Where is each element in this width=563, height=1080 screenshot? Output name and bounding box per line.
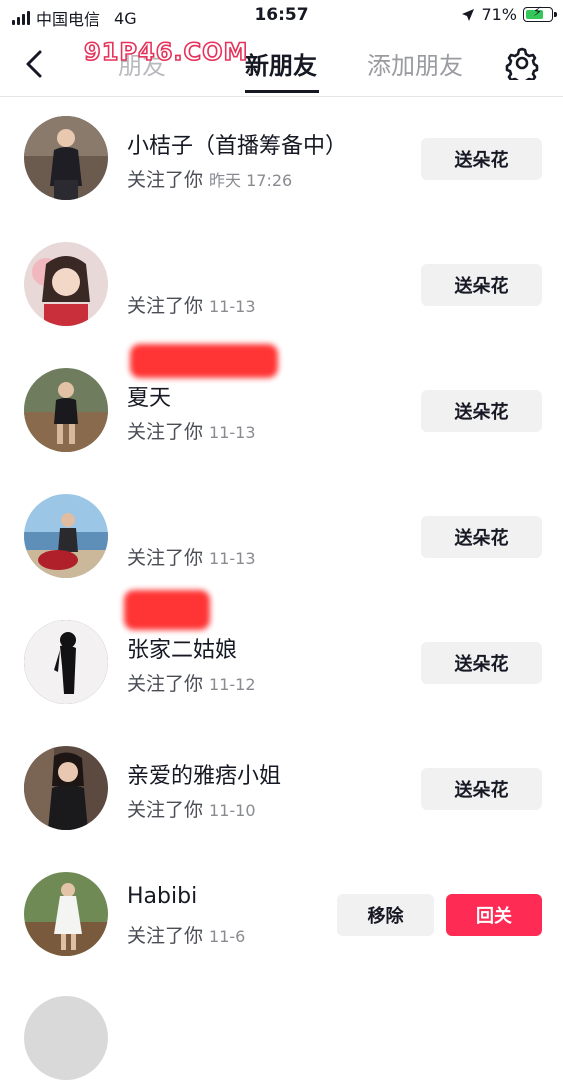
avatar[interactable] <box>24 116 108 200</box>
follow-date: 11-13 <box>209 549 256 568</box>
follower-name[interactable]: Habibi <box>127 884 197 909</box>
follower-name[interactable]: 张家二姑娘 <box>127 632 237 664</box>
follow-action-text: 关注了你 <box>127 169 204 191</box>
follower-name[interactable]: 亲爱的雅痞小姐 <box>127 758 281 790</box>
follow-action-text: 关注了你 <box>127 799 204 821</box>
avatar[interactable] <box>24 620 108 704</box>
follow-date: 11-13 <box>209 423 256 442</box>
follow-action-text: 关注了你 <box>127 673 204 695</box>
top-nav: 朋友 91P46.COM 新朋友 添加朋友 <box>0 32 563 97</box>
chevron-left-icon[interactable] <box>20 46 50 82</box>
list-item[interactable]: 夏天 关注了你 11-13 送朵花 <box>0 348 563 474</box>
battery-icon: ⚡ <box>523 5 557 22</box>
send-flower-button[interactable]: 送朵花 <box>421 264 542 306</box>
list-item[interactable]: 张家二姑娘 关注了你 11-12 送朵花 <box>0 600 563 726</box>
send-flower-button[interactable]: 送朵花 <box>421 138 542 180</box>
follow-date: 昨天 17:26 <box>209 171 293 190</box>
follow-status: 关注了你 11-13 <box>127 543 256 570</box>
remove-button[interactable]: 移除 <box>337 894 434 936</box>
list-item[interactable]: 小桔子（首播筹备中） 关注了你 昨天 17:26 送朵花 <box>0 96 563 222</box>
avatar[interactable] <box>24 494 108 578</box>
gear-icon[interactable] <box>505 46 539 80</box>
avatar[interactable] <box>24 996 108 1080</box>
follow-status: 关注了你 11-13 <box>127 417 256 444</box>
follow-date: 11-6 <box>209 927 246 946</box>
send-flower-button[interactable]: 送朵花 <box>421 642 542 684</box>
follow-status: 关注了你 11-12 <box>127 669 256 696</box>
status-right: 71% ⚡ <box>461 5 557 24</box>
follow-back-button[interactable]: 回关 <box>446 894 542 936</box>
status-bar: 中国电信 4G 16:57 71% ⚡ <box>0 0 563 32</box>
follow-action-text: 关注了你 <box>127 421 204 443</box>
follow-action-text: 关注了你 <box>127 295 204 317</box>
send-flower-button[interactable]: 送朵花 <box>421 516 542 558</box>
list-item[interactable]: 关注了你 11-13 送朵花 <box>0 474 563 630</box>
avatar[interactable] <box>24 746 108 830</box>
list-item[interactable]: 亲爱的雅痞小姐 关注了你 11-10 送朵花 <box>0 726 563 852</box>
avatar[interactable] <box>24 872 108 956</box>
follow-status: 关注了你 11-10 <box>127 795 256 822</box>
active-tab-indicator <box>245 90 319 93</box>
follow-date: 11-10 <box>209 801 256 820</box>
follow-status: 关注了你 11-13 <box>127 291 256 318</box>
tab-new-friends[interactable]: 新朋友 <box>245 46 317 81</box>
avatar[interactable] <box>24 368 108 452</box>
follow-action-text: 关注了你 <box>127 547 204 569</box>
tab-add-friends[interactable]: 添加朋友 <box>367 46 463 81</box>
location-arrow-icon <box>462 8 475 21</box>
follow-status: 关注了你 昨天 17:26 <box>127 165 292 192</box>
follower-name[interactable]: 小桔子（首播筹备中） <box>127 128 347 160</box>
follower-name[interactable]: 夏天 <box>127 380 171 412</box>
follow-date: 11-12 <box>209 675 256 694</box>
list-item[interactable]: Habibi 关注了你 11-6 移除 回关 <box>0 852 563 978</box>
follow-status: 关注了你 11-6 <box>127 921 245 948</box>
battery-percent: 71% <box>481 5 517 24</box>
send-flower-button[interactable]: 送朵花 <box>421 390 542 432</box>
send-flower-button[interactable]: 送朵花 <box>421 768 542 810</box>
follow-date: 11-13 <box>209 297 256 316</box>
watermark: 91P46.COM <box>83 37 249 67</box>
list-item[interactable]: 关注了你 11-13 送朵花 <box>0 222 563 378</box>
follow-action-text: 关注了你 <box>127 925 204 947</box>
avatar[interactable] <box>24 242 108 326</box>
